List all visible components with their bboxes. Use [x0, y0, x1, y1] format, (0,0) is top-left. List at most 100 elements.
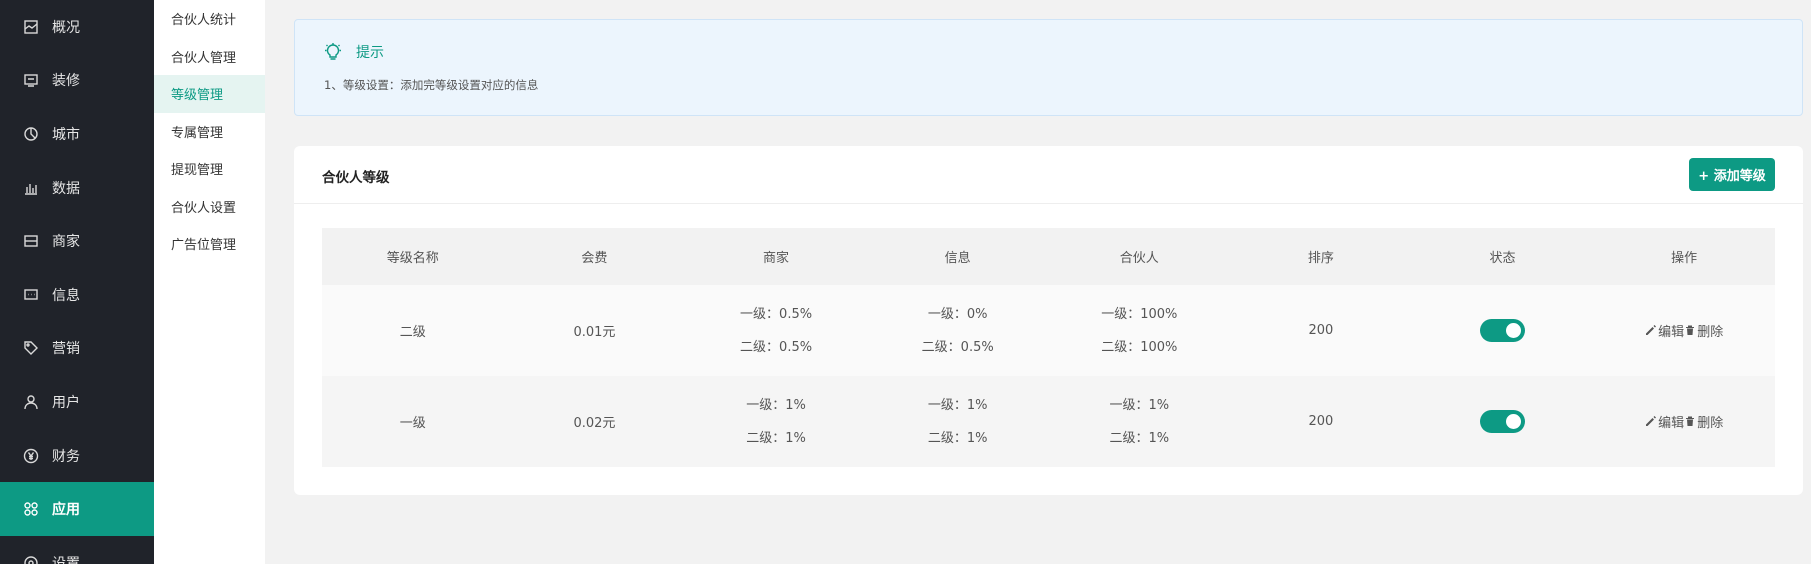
sidebar-item-label: 商家 [52, 234, 80, 251]
sidebar-item-store[interactable]: 商家 [0, 214, 154, 268]
table-header-cell: 操作 [1593, 228, 1775, 285]
info-cell: 一级：1% 二级：1% [866, 376, 1049, 467]
sidebar-item-label: 应用 [52, 502, 80, 519]
merchant-level2: 二级：0.5% [740, 339, 813, 355]
sidebar-item-city[interactable]: 城市 [0, 107, 154, 161]
delete-button[interactable]: 删除 [1684, 412, 1723, 431]
submenu-item-level-manage[interactable]: 等级管理 [154, 75, 265, 113]
sidebar-item-label: 营销 [52, 341, 80, 358]
tip-text: 1、等级设置：添加完等级设置对应的信息 [324, 78, 539, 92]
tip-title: 提示 [356, 45, 384, 61]
table-header-row: 等级名称 会费 商家 信息 合伙人 排序 状态 操作 [322, 228, 1775, 285]
sidebar-item-label: 用户 [52, 394, 80, 411]
table-header-cell: 合伙人 [1048, 228, 1231, 285]
level-name-cell: 一级 [322, 376, 504, 467]
edit-button[interactable]: 编辑 [1645, 412, 1684, 431]
delete-button[interactable]: 删除 [1684, 321, 1723, 340]
sidebar-item-decoration[interactable]: 装修 [0, 54, 154, 108]
store-icon [24, 235, 38, 247]
sort-cell: 200 [1230, 285, 1412, 376]
settings-icon [24, 556, 38, 564]
main-sidebar: 概况 装修 城市 数据 商家 信息 营销 用户 财务 应用 设置 [0, 0, 154, 564]
level-card: 合伙人等级 + 添加等级 等级名称 会费 商家 信息 合伙人 排序 状态 操作 … [294, 146, 1803, 495]
sidebar-item-overview[interactable]: 概况 [0, 0, 154, 54]
merchant-level1: 一级：1% [746, 397, 806, 413]
info-level2: 二级：0.5% [921, 339, 994, 355]
sort-cell: 200 [1230, 376, 1412, 467]
sidebar-item-label: 信息 [52, 287, 80, 304]
status-toggle[interactable] [1480, 410, 1526, 433]
sidebar-item-data[interactable]: 数据 [0, 161, 154, 215]
table-header-cell: 排序 [1230, 228, 1412, 285]
pencil-icon [1646, 325, 1657, 336]
trash-icon [1686, 325, 1695, 336]
submenu-item-partner-stats[interactable]: 合伙人统计 [154, 0, 265, 38]
partner-level1: 一级：100% [1101, 306, 1178, 322]
submenu-item-ad-manage[interactable]: 广告位管理 [154, 225, 265, 263]
info-level2: 二级：1% [927, 430, 988, 446]
overview-icon [24, 20, 38, 34]
row-actions: 编辑 删除 [1645, 412, 1723, 431]
sidebar-item-user[interactable]: 用户 [0, 375, 154, 429]
table-row: 一级 0.02元 一级：1% 二级：1% 一级：1% 二级：1% 一级：1% 二… [322, 376, 1775, 467]
tip-box: 提示 1、等级设置：添加完等级设置对应的信息 [294, 19, 1803, 116]
actions-cell: 编辑 删除 [1593, 376, 1775, 467]
sub-menu: 合伙人统计 合伙人管理 等级管理 专属管理 提现管理 合伙人设置 广告位管理 [154, 0, 265, 564]
toggle-knob [1506, 414, 1522, 429]
card-header: 合伙人等级 + 添加等级 [294, 146, 1803, 204]
submenu-item-partner-settings[interactable]: 合伙人设置 [154, 188, 265, 226]
info-cell: 一级：0% 二级：0.5% [866, 285, 1049, 376]
submenu-item-partner-manage[interactable]: 合伙人管理 [154, 38, 265, 76]
user-icon [24, 395, 38, 410]
status-cell [1411, 376, 1594, 467]
info-level1: 一级：1% [927, 397, 988, 413]
sidebar-item-apps[interactable]: 应用 [0, 482, 154, 536]
sidebar-item-label: 概况 [52, 19, 80, 36]
level-table: 等级名称 会费 商家 信息 合伙人 排序 状态 操作 二级 0.01元 一级：0… [322, 228, 1775, 467]
pencil-icon [1646, 416, 1657, 427]
table-header-cell: 等级名称 [322, 228, 504, 285]
fee-cell: 0.02元 [503, 376, 686, 467]
apps-icon [24, 502, 38, 516]
sidebar-item-settings[interactable]: 设置 [0, 536, 154, 564]
sidebar-item-label: 城市 [52, 126, 80, 143]
yen-icon [23, 448, 39, 463]
merchant-cell: 一级：1% 二级：1% [685, 376, 867, 467]
partner-cell: 一级：1% 二级：1% [1048, 376, 1231, 467]
edit-label: 编辑 [1658, 324, 1685, 340]
tag-icon [24, 341, 38, 356]
message-icon [24, 289, 38, 300]
delete-label: 删除 [1697, 415, 1724, 431]
row-actions: 编辑 删除 [1645, 321, 1723, 340]
partner-level2: 二级：1% [1109, 430, 1170, 446]
submenu-item-withdraw-manage[interactable]: 提现管理 [154, 150, 265, 188]
trash-icon [1686, 416, 1695, 427]
sidebar-item-label: 装修 [52, 73, 80, 90]
chart-icon [25, 183, 37, 195]
info-level1: 一级：0% [927, 306, 988, 322]
submenu-item-exclusive-manage[interactable]: 专属管理 [154, 113, 265, 151]
edit-label: 编辑 [1658, 415, 1685, 431]
lightbulb-icon [325, 43, 341, 60]
sidebar-item-label: 数据 [52, 180, 80, 197]
status-cell [1411, 285, 1594, 376]
partner-level1: 一级：1% [1109, 397, 1170, 413]
card-title: 合伙人等级 [322, 170, 390, 186]
sidebar-item-message[interactable]: 信息 [0, 268, 154, 322]
fee-cell: 0.01元 [503, 285, 686, 376]
actions-cell: 编辑 删除 [1593, 285, 1775, 376]
decoration-icon [24, 74, 38, 88]
status-toggle[interactable] [1480, 319, 1526, 342]
delete-label: 删除 [1697, 324, 1724, 340]
sidebar-item-finance[interactable]: 财务 [0, 429, 154, 483]
partner-level2: 二级：100% [1101, 339, 1178, 355]
table-header-cell: 状态 [1411, 228, 1594, 285]
add-level-button[interactable]: + 添加等级 [1689, 158, 1775, 191]
merchant-cell: 一级：0.5% 二级：0.5% [685, 285, 867, 376]
sidebar-item-marketing[interactable]: 营销 [0, 322, 154, 376]
merchant-level1: 一级：0.5% [740, 306, 813, 322]
table-header-cell: 商家 [685, 228, 867, 285]
city-icon [24, 127, 38, 141]
level-name-cell: 二级 [322, 285, 504, 376]
edit-button[interactable]: 编辑 [1645, 321, 1684, 340]
